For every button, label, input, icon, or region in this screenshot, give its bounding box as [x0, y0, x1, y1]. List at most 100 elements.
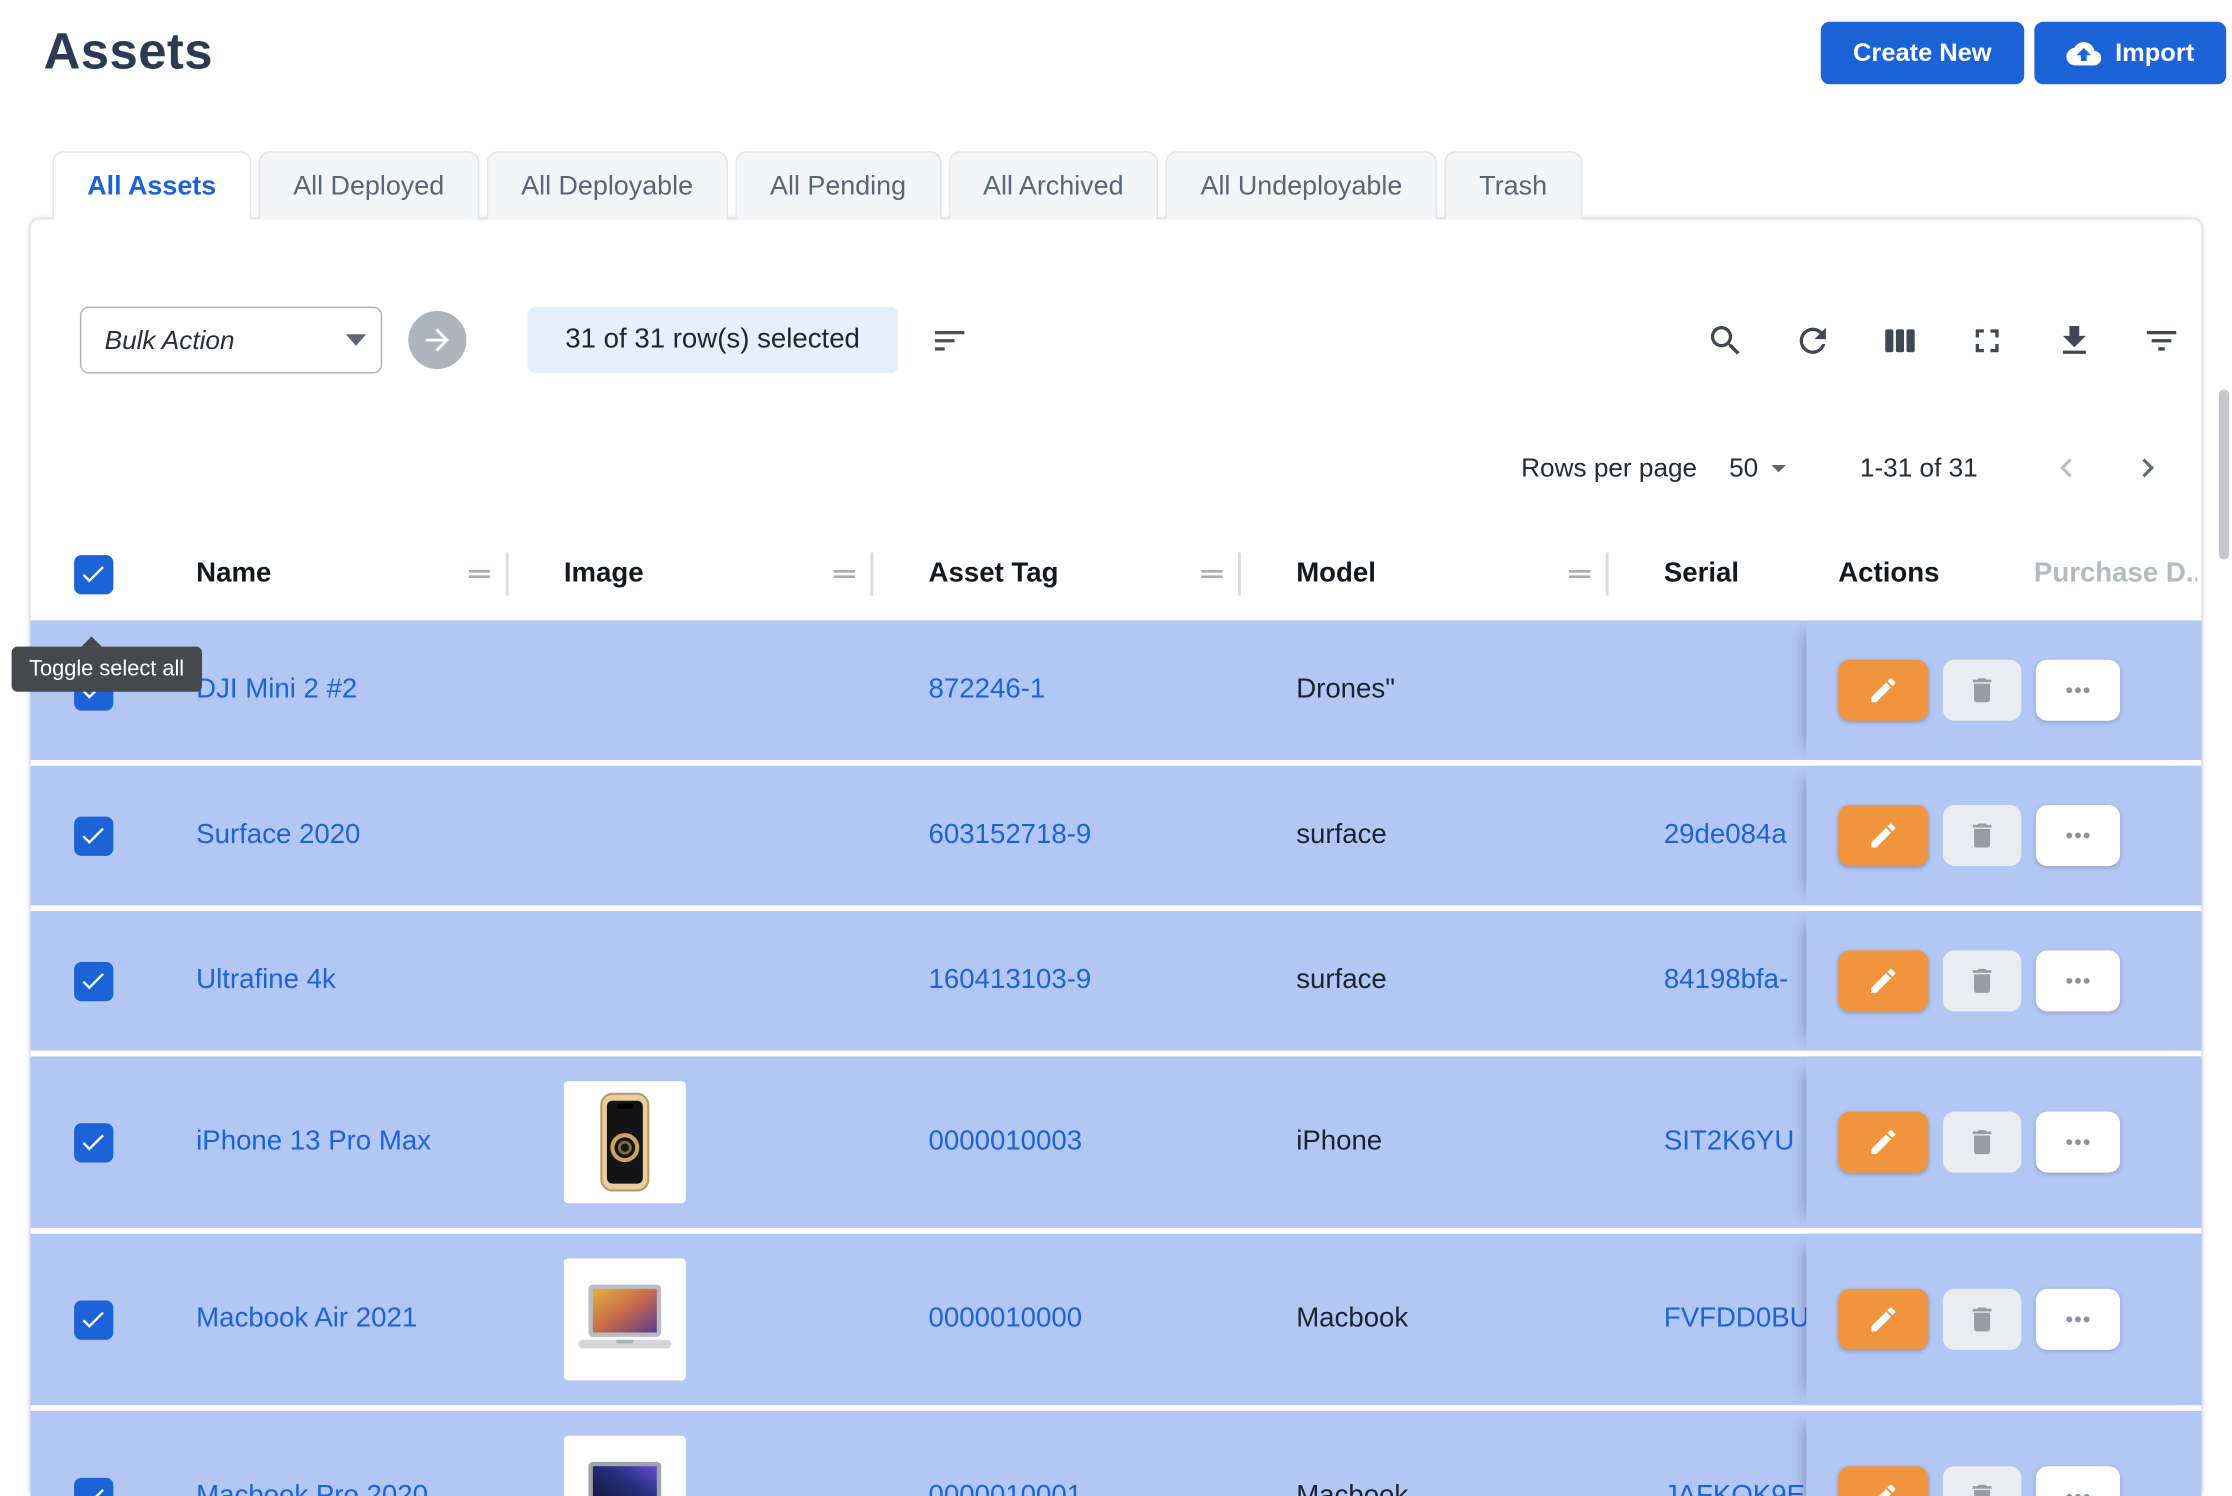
create-new-label: Create New — [1853, 38, 1992, 69]
asset-name-link[interactable]: Macbook Air 2021 — [196, 1303, 417, 1335]
asset-name-link[interactable]: Surface 2020 — [196, 820, 360, 852]
asset-name-link[interactable]: DJI Mini 2 #2 — [196, 674, 357, 706]
asset-model: iPhone — [1296, 1126, 1382, 1158]
previous-page-button[interactable] — [2047, 449, 2085, 487]
table-row[interactable]: Surface 2020 603152718-9 surface 29de084… — [31, 766, 2202, 906]
tab-all-undeployable[interactable]: All Undeployable — [1166, 151, 1438, 219]
edit-pencil-icon — [1867, 1303, 1899, 1335]
table-row[interactable]: Ultrafine 4k 160413103-9 surface 84198bf… — [31, 911, 2202, 1051]
delete-button[interactable] — [1943, 1466, 2021, 1496]
asset-tag-link[interactable]: 872246-1 — [929, 674, 1046, 706]
table-row[interactable]: iPhone 13 Pro Max 0000010003 iPhone — [31, 1056, 2202, 1227]
more-actions-button[interactable] — [2036, 1289, 2120, 1350]
fullscreen-icon[interactable] — [1968, 320, 2007, 359]
edit-button[interactable] — [1838, 805, 1928, 866]
ellipsis-icon — [2061, 1479, 2096, 1496]
asset-serial-link[interactable]: SIT2K6YU — [1664, 1126, 1794, 1158]
edit-button[interactable] — [1838, 950, 1928, 1011]
column-resize-handle[interactable] — [1606, 552, 1609, 596]
edit-button[interactable] — [1838, 1289, 1928, 1350]
next-page-button[interactable] — [2129, 449, 2167, 487]
create-new-button[interactable]: Create New — [1821, 22, 2023, 84]
trash-icon — [1966, 1126, 1998, 1158]
tab-all-archived[interactable]: All Archived — [948, 151, 1158, 219]
tab-all-deployable[interactable]: All Deployable — [486, 151, 728, 219]
column-header-image[interactable]: Image — [564, 558, 644, 590]
asset-name-link[interactable]: Ultrafine 4k — [196, 965, 336, 997]
asset-tag-link[interactable]: 0000010001 — [929, 1481, 1083, 1496]
delete-button[interactable] — [1943, 1112, 2021, 1173]
asset-image-macbook-pro[interactable] — [564, 1436, 686, 1496]
edit-button[interactable] — [1838, 1466, 1928, 1496]
asset-tag-link[interactable]: 603152718-9 — [929, 820, 1092, 852]
more-actions-button[interactable] — [2036, 1112, 2120, 1173]
asset-image-cell — [523, 1081, 888, 1203]
check-icon — [78, 1482, 107, 1496]
table-row[interactable]: Macbook Pro 2020 00 — [31, 1411, 2202, 1496]
asset-serial-link[interactable]: JAFKOK9E — [1664, 1481, 1805, 1496]
column-resize-handle[interactable] — [506, 552, 509, 596]
asset-serial-link[interactable]: 29de084a — [1664, 820, 1787, 852]
table-row[interactable]: Macbook Air 2021 00 — [31, 1234, 2202, 1405]
column-resize-handle[interactable] — [870, 552, 873, 596]
sort-icon[interactable] — [930, 320, 969, 359]
column-header-name[interactable]: Name — [196, 558, 271, 590]
vertical-scrollbar[interactable] — [2219, 389, 2229, 559]
asset-tag-link[interactable]: 160413103-9 — [929, 965, 1092, 997]
rows-per-page-select[interactable]: 50 — [1729, 450, 1796, 485]
more-actions-button[interactable] — [2036, 660, 2120, 721]
row-checkbox[interactable] — [73, 1477, 112, 1496]
more-actions-button[interactable] — [2036, 805, 2120, 866]
row-checkbox[interactable] — [73, 961, 112, 1000]
table-row[interactable]: DJI Mini 2 #2 872246-1 Drones" — [31, 620, 2202, 760]
tab-bar: All Assets All Deployed All Deployable A… — [0, 151, 2232, 219]
edit-pencil-icon — [1867, 674, 1899, 706]
tab-all-assets[interactable]: All Assets — [52, 151, 251, 219]
asset-name-link[interactable]: iPhone 13 Pro Max — [196, 1126, 431, 1158]
tab-trash[interactable]: Trash — [1444, 151, 1581, 219]
delete-button[interactable] — [1943, 950, 2021, 1011]
apply-bulk-action-button[interactable] — [408, 311, 466, 369]
row-checkbox[interactable] — [73, 1123, 112, 1162]
column-header-purchase-date[interactable]: Purchase D... — [2034, 558, 2197, 590]
filter-icon[interactable] — [2142, 320, 2181, 359]
asset-tag-link[interactable]: 0000010003 — [929, 1126, 1083, 1158]
more-actions-button[interactable] — [2036, 950, 2120, 1011]
delete-button[interactable] — [1943, 1289, 2021, 1350]
row-checkbox[interactable] — [73, 816, 112, 855]
drag-handle-icon[interactable] — [828, 558, 860, 590]
edit-button[interactable] — [1838, 1112, 1928, 1173]
column-header-asset-tag[interactable]: Asset Tag — [929, 558, 1059, 590]
drag-handle-icon[interactable] — [1196, 558, 1228, 590]
tab-all-pending[interactable]: All Pending — [735, 151, 941, 219]
delete-button[interactable] — [1943, 660, 2021, 721]
tab-all-deployed[interactable]: All Deployed — [258, 151, 479, 219]
drag-handle-icon[interactable] — [464, 558, 496, 590]
bulk-action-select[interactable]: Bulk Action — [80, 307, 382, 374]
column-header-serial[interactable]: Serial — [1664, 558, 1739, 590]
columns-icon[interactable] — [1880, 320, 1919, 359]
column-resize-handle[interactable] — [1238, 552, 1241, 596]
asset-model: surface — [1296, 820, 1387, 852]
chevron-down-icon — [1761, 450, 1796, 485]
edit-button[interactable] — [1838, 660, 1928, 721]
download-icon[interactable] — [2055, 320, 2094, 359]
column-header-model[interactable]: Model — [1296, 558, 1376, 590]
refresh-icon[interactable] — [1793, 320, 1832, 359]
table-toolbar: Bulk Action 31 of 31 row(s) selected — [31, 307, 2202, 374]
check-icon — [78, 966, 107, 995]
import-button[interactable]: Import — [2034, 22, 2226, 84]
drag-handle-icon[interactable] — [1564, 558, 1596, 590]
asset-name-link[interactable]: Macbook Pro 2020 — [196, 1481, 428, 1496]
asset-image-iphone[interactable] — [564, 1081, 686, 1203]
edit-pencil-icon — [1867, 1126, 1899, 1158]
row-checkbox[interactable] — [73, 1300, 112, 1339]
select-all-checkbox[interactable] — [73, 554, 112, 593]
asset-tag-link[interactable]: 0000010000 — [929, 1303, 1083, 1335]
asset-image-macbook-air[interactable] — [564, 1258, 686, 1380]
search-icon[interactable] — [1706, 320, 1745, 359]
asset-serial-link[interactable]: FVFDD0BU — [1664, 1303, 1810, 1335]
asset-serial-link[interactable]: 84198bfa- — [1664, 965, 1788, 997]
more-actions-button[interactable] — [2036, 1466, 2120, 1496]
delete-button[interactable] — [1943, 805, 2021, 866]
